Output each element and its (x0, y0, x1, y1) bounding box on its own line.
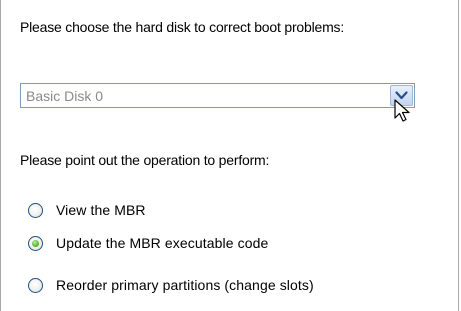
mouse-pointer-icon (394, 99, 410, 122)
disk-select[interactable]: Basic Disk 0 (20, 83, 415, 108)
radio-label[interactable]: Update the MBR executable code (56, 234, 268, 252)
operation-prompt-label: Please point out the operation to perfor… (20, 152, 270, 168)
radio-button[interactable] (28, 236, 43, 251)
radio-label[interactable]: Reorder primary partitions (change slots… (56, 276, 314, 294)
disk-select-value: Basic Disk 0 (26, 88, 104, 104)
disk-prompt-label: Please choose the hard disk to correct b… (20, 19, 345, 35)
boot-correction-panel: Please choose the hard disk to correct b… (0, 0, 459, 311)
radio-label[interactable]: View the MBR (56, 201, 146, 219)
radio-selected-dot (32, 240, 39, 247)
radio-button[interactable] (28, 278, 43, 293)
radio-button[interactable] (28, 203, 43, 218)
